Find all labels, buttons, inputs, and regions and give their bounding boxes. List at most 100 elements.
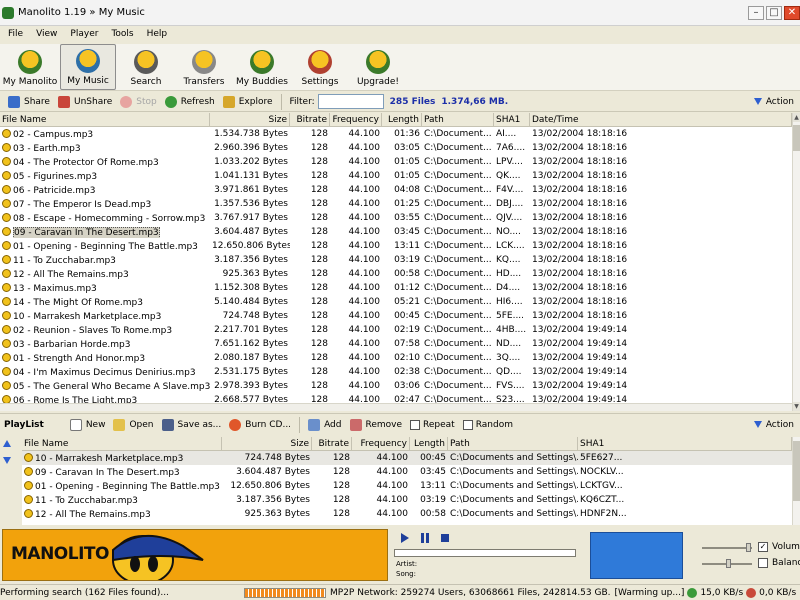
col-file-name[interactable]: File Name xyxy=(0,113,210,126)
random-checkbox[interactable]: Random xyxy=(462,419,513,430)
balance-slider-knob[interactable] xyxy=(726,559,731,568)
pl-col-bitrate[interactable]: Bitrate xyxy=(312,437,352,450)
stop-button[interactable]: Stop xyxy=(120,95,157,108)
col-path[interactable]: Path xyxy=(422,113,494,126)
scroll-up-arrow[interactable]: ▲ xyxy=(793,113,800,122)
settings-button[interactable]: Settings xyxy=(292,44,348,90)
repeat-checkbox[interactable]: Repeat xyxy=(410,419,455,430)
file-size-cell: 1.033.202 Bytes xyxy=(214,157,288,167)
file-row[interactable]: 05 - Figurines.mp3 1.041.131 Bytes 128 44.1… xyxy=(0,169,792,183)
file-row[interactable]: 02 - Campus.mp3 1.534.738 Bytes 128 44.100 0… xyxy=(0,127,792,141)
playlist-scroll-thumb[interactable] xyxy=(793,441,800,501)
pl-col-frequency[interactable]: Frequency xyxy=(352,437,410,450)
file-row[interactable]: 13 - Maximus.mp3 1.152.308 Bytes 128 44.100… xyxy=(0,281,792,295)
file-row[interactable]: 03 - Earth.mp3 2.960.396 Bytes 128 44.100 03… xyxy=(0,141,792,155)
unshare-button[interactable]: UnShare xyxy=(57,95,112,108)
library-action-button[interactable]: Action xyxy=(753,97,794,107)
file-list-scrollbar[interactable]: ▲ ▼ xyxy=(792,113,800,411)
playlist-row[interactable]: 11 - To Zucchabar.mp3 3.187.356 Bytes 128 4… xyxy=(22,493,792,507)
col-bitrate[interactable]: Bitrate xyxy=(290,113,330,126)
pl-col-size[interactable]: Size xyxy=(222,437,312,450)
filter-input[interactable] xyxy=(317,94,384,109)
file-row[interactable]: 10 - Marrakesh Marketplace.mp3 724.748 By… xyxy=(0,309,792,323)
pause-icon[interactable] xyxy=(420,533,430,543)
file-row[interactable]: 05 - The General Who Became A Slave.mp3 2… xyxy=(0,379,792,393)
play-icon[interactable] xyxy=(400,533,410,543)
file-row[interactable]: 02 - Reunion - Slaves To Rome.mp3 2.217.7… xyxy=(0,323,792,337)
menu-player[interactable]: Player xyxy=(70,29,98,39)
burn-cd-button[interactable]: Burn CD... xyxy=(229,418,291,431)
playlist-row[interactable]: 01 - Opening - Beginning The Battle.mp3 1… xyxy=(22,479,792,493)
file-list-hscrollbar[interactable] xyxy=(0,403,792,411)
my-buddies-button[interactable]: My Buddies xyxy=(234,44,290,90)
add-button[interactable]: Add xyxy=(308,418,342,431)
volume-slider-track[interactable] xyxy=(702,547,752,549)
pl-col-path[interactable]: Path xyxy=(448,437,578,450)
playlist-row[interactable]: 10 - Marrakesh Marketplace.mp3 724.748 By… xyxy=(22,451,792,465)
file-row[interactable]: 01 - Strength And Honor.mp3 2.080.187 Byt… xyxy=(0,351,792,365)
remove-button[interactable]: Remove xyxy=(349,418,402,431)
file-row[interactable]: 06 - Patricide.mp3 3.971.861 Bytes 128 44.1… xyxy=(0,183,792,197)
bug-icon xyxy=(18,50,42,74)
menu-help[interactable]: Help xyxy=(147,29,168,39)
col-size[interactable]: Size xyxy=(210,113,290,126)
open-playlist-button[interactable]: Open xyxy=(113,418,154,431)
file-row[interactable]: 08 - Escape - Homecomming - Sorrow.mp3 3.… xyxy=(0,211,792,225)
move-down-icon[interactable] xyxy=(3,457,11,464)
playlist-scrollbar[interactable] xyxy=(792,437,800,525)
search-button[interactable]: Search xyxy=(118,44,174,90)
random-check-box[interactable] xyxy=(462,419,473,430)
playlist-size-cell: 12.650.806 Bytes xyxy=(230,481,310,491)
file-row[interactable]: 07 - The Emperor Is Dead.mp3 1.357.536 By… xyxy=(0,197,792,211)
save-as-button[interactable]: Save as... xyxy=(161,418,221,431)
playlist[interactable]: File Name Size Bitrate Frequency Length P… xyxy=(22,437,792,525)
close-button[interactable]: ✕ xyxy=(784,6,800,20)
pl-col-length[interactable]: Length xyxy=(410,437,448,450)
file-row[interactable]: 11 - To Zucchabar.mp3 3.187.356 Bytes 128 4… xyxy=(0,253,792,267)
file-row[interactable]: 01 - Opening - Beginning The Battle.mp3 1… xyxy=(0,239,792,253)
file-list[interactable]: File Name Size Bitrate Frequency Length … xyxy=(0,113,792,403)
balance-checkbox[interactable] xyxy=(758,558,768,568)
repeat-check-box[interactable] xyxy=(410,419,421,430)
pl-col-sha1[interactable]: SHA1 xyxy=(578,437,792,450)
upgrade-button[interactable]: Upgrade! xyxy=(350,44,406,90)
playlist-row[interactable]: 12 - All The Remains.mp3 925.363 Bytes 128… xyxy=(22,507,792,521)
explore-button[interactable]: Explore xyxy=(222,95,273,108)
col-length[interactable]: Length xyxy=(382,113,422,126)
scroll-down-arrow[interactable]: ▼ xyxy=(793,402,800,411)
minimize-button[interactable]: – xyxy=(748,6,764,20)
file-row[interactable]: 06 - Rome Is The Light.mp3 2.668.577 Byte… xyxy=(0,393,792,403)
stop-playback-icon[interactable] xyxy=(440,533,450,543)
playlist-action-button[interactable]: Action xyxy=(753,420,794,430)
volume-slider-knob[interactable] xyxy=(746,543,751,552)
file-row[interactable]: 04 - The Protector Of Rome.mp3 1.033.202 … xyxy=(0,155,792,169)
playlist-file-name: 10 - Marrakesh Marketplace.mp3 xyxy=(35,453,184,464)
pl-col-file-name[interactable]: File Name xyxy=(22,437,222,450)
col-sha1[interactable]: SHA1 xyxy=(494,113,530,126)
menu-tools[interactable]: Tools xyxy=(111,29,133,39)
move-up-icon[interactable] xyxy=(3,440,11,447)
maximize-button[interactable]: □ xyxy=(766,6,782,20)
playlist-row[interactable]: 09 - Caravan In The Desert.mp3 3.604.487 … xyxy=(22,465,792,479)
new-playlist-button[interactable]: New xyxy=(69,418,105,431)
transfers-button[interactable]: Transfers xyxy=(176,44,232,90)
volume-checkbox[interactable]: ✓ xyxy=(758,542,768,552)
refresh-button[interactable]: Refresh xyxy=(164,95,215,108)
file-row[interactable]: 12 - All The Remains.mp3 925.363 Bytes 128… xyxy=(0,267,792,281)
file-row[interactable]: 09 - Caravan In The Desert.mp3 3.604.487 … xyxy=(0,225,792,239)
scroll-thumb[interactable] xyxy=(793,125,800,151)
col-frequency[interactable]: Frequency xyxy=(330,113,382,126)
my-music-button[interactable]: My Music xyxy=(60,44,116,90)
audio-file-icon xyxy=(2,310,11,320)
col-date-time[interactable]: Date/Time xyxy=(530,113,792,126)
my-manolito-button[interactable]: My Manolito xyxy=(2,44,58,90)
file-row[interactable]: 03 - Barbarian Horde.mp3 7.651.162 Bytes 1… xyxy=(0,337,792,351)
menu-view[interactable]: View xyxy=(36,29,57,39)
file-path-cell: C:\Document... xyxy=(424,353,492,363)
menu-file[interactable]: File xyxy=(8,29,23,39)
seek-bar[interactable] xyxy=(394,549,576,557)
file-row[interactable]: 14 - The Might Of Rome.mp3 5.140.484 Byte… xyxy=(0,295,792,309)
file-row[interactable]: 04 - I'm Maximus Decimus Denirius.mp3 2.5… xyxy=(0,365,792,379)
share-button[interactable]: Share xyxy=(8,95,50,108)
file-bitrate-cell: 128 xyxy=(310,129,328,139)
